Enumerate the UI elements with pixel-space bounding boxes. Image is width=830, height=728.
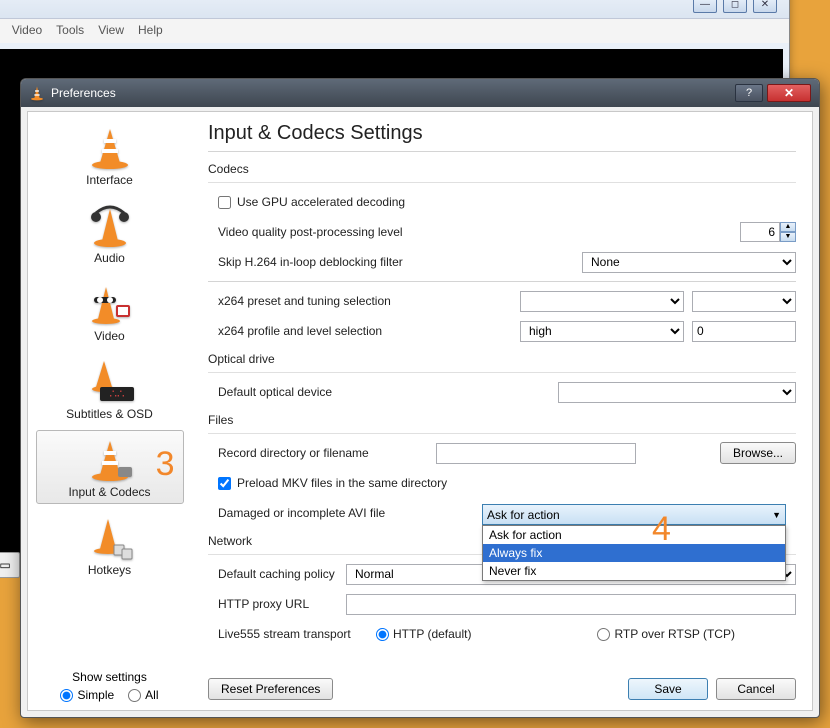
- sidebar-item-label: Interface: [86, 173, 133, 187]
- vlc-cone-icon: [29, 85, 45, 101]
- sidebar-item-interface[interactable]: Interface: [36, 118, 184, 192]
- input-codecs-icon: [82, 437, 138, 483]
- codecs-group: Codecs Use GPU accelerated decoding Vide…: [208, 162, 796, 344]
- optical-device-label: Default optical device: [208, 385, 448, 399]
- sidebar-item-label: Subtitles & OSD: [66, 407, 153, 421]
- audio-icon: [82, 203, 138, 249]
- record-dir-input[interactable]: [436, 443, 636, 464]
- preload-mkv-checkbox[interactable]: Preload MKV files in the same directory: [208, 470, 796, 496]
- maximize-icon[interactable]: ◻: [723, 0, 747, 13]
- skip-h264-label: Skip H.264 in-loop deblocking filter: [208, 255, 488, 269]
- show-settings-title: Show settings: [40, 670, 180, 684]
- caching-policy-label: Default caching policy: [208, 567, 338, 581]
- footer: Reset Preferences Save Cancel: [208, 678, 796, 700]
- preferences-titlebar[interactable]: Preferences ? ✕: [21, 79, 819, 107]
- video-quality-spinner[interactable]: ▲▼: [740, 222, 796, 242]
- background-menubar: o Video Tools View Help: [0, 19, 789, 43]
- group-title: Optical drive: [208, 352, 796, 366]
- damaged-avi-combo[interactable]: Ask for action ▼: [482, 504, 786, 525]
- checkbox-icon[interactable]: [218, 477, 231, 490]
- annotation-4: 4: [652, 510, 671, 549]
- menu-item[interactable]: Help: [138, 23, 163, 39]
- dropdown-option[interactable]: Ask for action: [483, 526, 785, 544]
- damaged-avi-dropdown[interactable]: Ask for action Always fix Never fix: [482, 525, 786, 581]
- sidebar-item-label: Hotkeys: [88, 563, 131, 577]
- minimize-icon[interactable]: —: [693, 0, 717, 13]
- sidebar-item-subtitles[interactable]: ∴∴ Subtitles & OSD: [36, 352, 184, 426]
- settings-panel: Input & Codecs Settings Codecs Use GPU a…: [192, 112, 812, 710]
- sidebar-item-video[interactable]: Video: [36, 274, 184, 348]
- checkbox-icon[interactable]: [218, 196, 231, 209]
- skip-h264-combo[interactable]: None: [582, 252, 796, 273]
- background-titlebar: — ◻ ✕: [0, 0, 789, 19]
- preload-mkv-label: Preload MKV files in the same directory: [237, 476, 447, 490]
- sidebar-item-label: Video: [94, 329, 124, 343]
- menu-item[interactable]: Video: [12, 23, 42, 39]
- http-proxy-input[interactable]: [346, 594, 796, 615]
- sidebar-item-audio[interactable]: Audio: [36, 196, 184, 270]
- sidebar-item-label: Audio: [94, 251, 125, 265]
- video-quality-label: Video quality post-processing level: [208, 225, 538, 239]
- x264-preset-combo-b[interactable]: [692, 291, 796, 312]
- show-settings: Show settings Simple All: [40, 670, 180, 702]
- live555-label: Live555 stream transport: [208, 627, 368, 641]
- help-button[interactable]: ?: [735, 84, 763, 102]
- x264-profile-combo[interactable]: high: [520, 321, 684, 342]
- spinner-down-icon[interactable]: ▼: [780, 232, 796, 242]
- preferences-window: Preferences ? ✕ Interface Audio Video ∴∴: [20, 78, 820, 718]
- combo-selected-value: Ask for action: [487, 508, 560, 522]
- document-icon: ▭: [0, 558, 11, 572]
- spinner-up-icon[interactable]: ▲: [780, 222, 796, 232]
- menu-item[interactable]: Tools: [56, 23, 84, 39]
- dropdown-option[interactable]: Always fix: [483, 544, 785, 562]
- show-settings-all[interactable]: All: [128, 688, 158, 702]
- x264-preset-label: x264 preset and tuning selection: [208, 294, 488, 308]
- record-dir-label: Record directory or filename: [208, 446, 428, 460]
- sidebar-item-hotkeys[interactable]: Hotkeys: [36, 508, 184, 582]
- page-title: Input & Codecs Settings: [208, 122, 796, 145]
- category-sidebar: Interface Audio Video ∴∴ Subtitles & OSD…: [28, 112, 192, 710]
- browse-button[interactable]: Browse...: [720, 442, 796, 464]
- divider: [208, 151, 796, 152]
- preferences-title: Preferences: [51, 86, 735, 100]
- menu-item[interactable]: View: [98, 23, 124, 39]
- x264-profile-label: x264 profile and level selection: [208, 324, 488, 338]
- damaged-avi-label: Damaged or incomplete AVI file: [208, 506, 458, 520]
- small-toolbar: ▭: [0, 552, 20, 578]
- http-proxy-label: HTTP proxy URL: [208, 597, 338, 611]
- gpu-decoding-checkbox[interactable]: Use GPU accelerated decoding: [208, 189, 796, 215]
- optical-group: Optical drive Default optical device: [208, 352, 796, 405]
- close-button[interactable]: ✕: [767, 84, 811, 102]
- subtitles-icon: ∴∴: [82, 359, 138, 405]
- cancel-button[interactable]: Cancel: [716, 678, 796, 700]
- reset-preferences-button[interactable]: Reset Preferences: [208, 678, 333, 700]
- chevron-down-icon: ▼: [772, 510, 781, 520]
- live555-http-radio[interactable]: HTTP (default): [376, 627, 471, 641]
- gpu-decoding-label: Use GPU accelerated decoding: [237, 195, 405, 209]
- close-icon[interactable]: ✕: [753, 0, 777, 13]
- save-button[interactable]: Save: [628, 678, 708, 700]
- dropdown-option[interactable]: Never fix: [483, 562, 785, 580]
- group-title: Files: [208, 413, 796, 427]
- annotation-3: 3: [156, 445, 175, 484]
- sidebar-item-input-codecs[interactable]: Input & Codecs 3: [36, 430, 184, 504]
- x264-level-input[interactable]: [692, 321, 796, 342]
- sidebar-item-label: Input & Codecs: [68, 485, 150, 499]
- live555-rtp-radio[interactable]: RTP over RTSP (TCP): [597, 627, 734, 641]
- optical-device-combo[interactable]: [558, 382, 796, 403]
- x264-preset-combo-a[interactable]: [520, 291, 684, 312]
- interface-icon: [82, 125, 138, 171]
- group-title: Codecs: [208, 162, 796, 176]
- video-quality-value[interactable]: [740, 222, 780, 242]
- svg-text:∴∴: ∴∴: [109, 387, 124, 401]
- video-icon: [82, 281, 138, 327]
- show-settings-simple[interactable]: Simple: [60, 688, 114, 702]
- hotkeys-icon: [82, 515, 138, 561]
